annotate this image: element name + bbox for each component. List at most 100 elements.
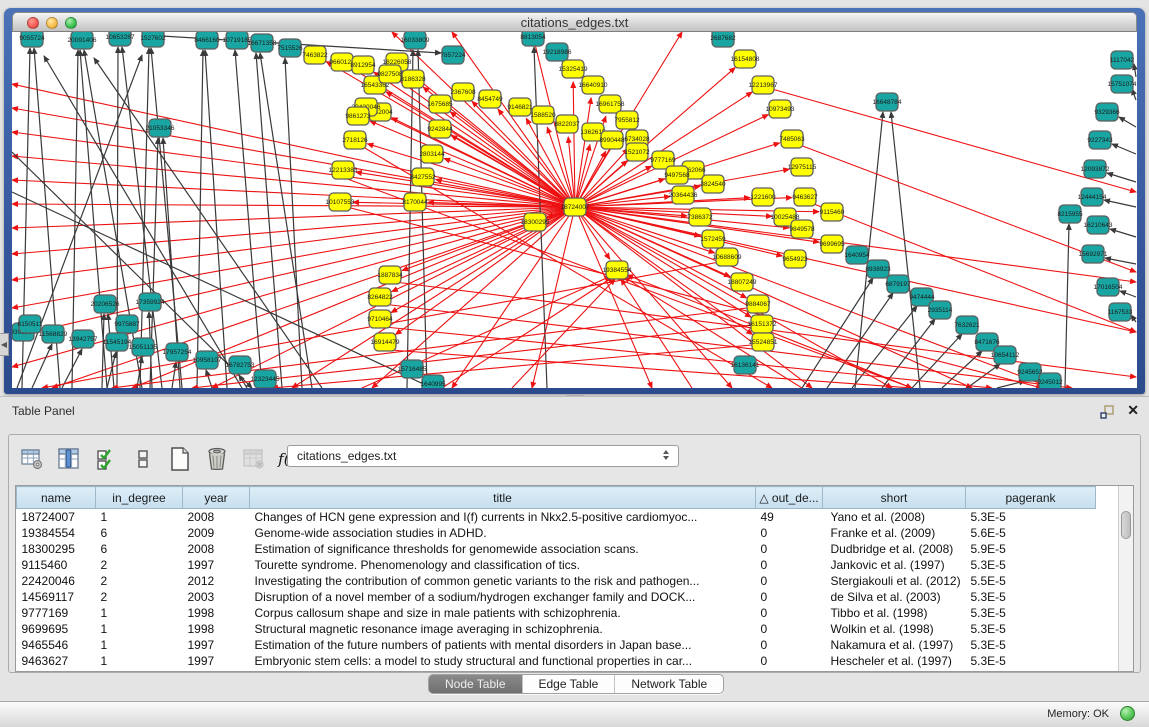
table-row[interactable]: 1938455462009Genome-wide association stu… [17, 525, 1096, 541]
graph-edge[interactable] [390, 350, 912, 388]
network-canvas[interactable]: 9055724 20091406 10653287 1527602 846616… [12, 32, 1137, 388]
row-select-icon[interactable] [93, 446, 119, 472]
graph-node[interactable]: 17957254 [163, 343, 192, 361]
graph-node[interactable]: 7857224 [440, 46, 466, 64]
graph-node[interactable]: 9242844 [427, 120, 453, 138]
graph-node[interactable]: 9699695 [819, 235, 845, 253]
table-row[interactable]: 1456911722003Disruption of a novel membe… [17, 589, 1096, 605]
graph-node[interactable]: 16914479 [371, 333, 400, 351]
table-row[interactable]: 1830029562008Estimation of significance … [17, 541, 1096, 557]
graph-node[interactable]: 2935114 [928, 301, 953, 319]
graph-edge[interactable] [1105, 258, 1136, 264]
graph-edge[interactable] [32, 344, 52, 388]
graph-node[interactable]: 15692971 [1079, 245, 1108, 263]
delete-icon[interactable] [204, 446, 230, 472]
graph-node[interactable]: 19384554 [603, 261, 632, 279]
tab-edge-table[interactable]: Edge Table [523, 675, 616, 693]
graph-node[interactable]: 12093872 [1081, 160, 1110, 178]
table-row[interactable]: 946362711997Embryonic stem cells: a mode… [17, 653, 1096, 669]
graph-node[interactable]: 15716485 [398, 360, 427, 378]
graph-edge[interactable] [1120, 291, 1136, 297]
graph-node[interactable]: 10958107 [193, 351, 222, 369]
graph-node[interactable]: 9884067 [745, 295, 771, 313]
graph-node[interactable]: 9497568 [664, 166, 690, 184]
graph-node[interactable]: 1521072 [624, 143, 650, 161]
graph-node[interactable]: 8466160 [194, 32, 220, 49]
graph-node[interactable]: 18724007 [561, 198, 590, 216]
column-header-short[interactable]: short [823, 487, 966, 509]
table-row[interactable]: 2242004622012Investigating the contribut… [17, 573, 1096, 589]
graph-edge[interactable] [402, 207, 575, 271]
graph-node[interactable]: 9827508 [377, 65, 403, 83]
graph-node[interactable]: 16154808 [731, 50, 760, 68]
graph-node[interactable]: 8170044 [402, 193, 428, 211]
graph-node[interactable]: 2718126 [342, 131, 368, 149]
graph-node[interactable]: 8186328 [400, 70, 426, 88]
table-select-dropdown[interactable]: citations_edges.txt [287, 445, 679, 467]
graph-edge[interactable] [1112, 144, 1136, 154]
graph-node[interactable]: 15325419 [559, 60, 588, 78]
graph-node[interactable]: 10107553 [326, 193, 355, 211]
column-header-pagerank[interactable]: pagerank [966, 487, 1096, 509]
graph-edge[interactable] [407, 50, 413, 388]
node-table[interactable]: namein_degreeyeartitle△ out_de...shortpa… [15, 485, 1134, 672]
column-header-title[interactable]: title [250, 487, 756, 509]
graph-node[interactable]: 17359924 [136, 293, 165, 311]
graph-node[interactable]: 9463627 [792, 188, 818, 206]
graph-node[interactable]: 7955812 [614, 111, 640, 129]
float-panel-icon[interactable] [1100, 405, 1115, 419]
graph-edge[interactable] [1134, 64, 1136, 77]
table-row[interactable]: 977716911998Corpus callosum shape and si… [17, 605, 1096, 621]
graph-node[interactable]: 12213967 [749, 76, 778, 94]
graph-node[interactable]: 7515526 [277, 39, 303, 57]
graph-node[interactable]: 1167533 [1108, 303, 1133, 321]
column-header-year[interactable]: year [183, 487, 250, 509]
graph-edge[interactable] [1107, 173, 1136, 182]
new-table-icon[interactable] [167, 446, 193, 472]
graph-node[interactable]: 16782753 [226, 356, 255, 374]
graph-node[interactable]: 9055724 [19, 32, 45, 47]
graph-node[interactable]: 6879197 [885, 275, 911, 293]
graph-node[interactable]: 2367608 [450, 83, 476, 101]
graph-node[interactable]: 20364436 [669, 186, 698, 204]
scrollbar-thumb[interactable] [1121, 511, 1131, 539]
graph-node[interactable]: 9245012 [1037, 373, 1063, 388]
column-visibility-icon[interactable] [56, 446, 82, 472]
graph-node[interactable]: 1588520 [530, 106, 556, 124]
graph-node[interactable]: 7463822 [302, 46, 328, 64]
network-window-titlebar[interactable]: citations_edges.txt [12, 12, 1137, 32]
graph-edge[interactable] [772, 89, 1136, 192]
close-panel-icon[interactable]: ✕ [1127, 402, 1139, 419]
graph-edge[interactable] [575, 207, 782, 256]
table-settings-icon[interactable] [19, 446, 45, 472]
graph-node[interactable]: 19218986 [543, 43, 572, 61]
graph-edge[interactable] [1119, 117, 1136, 127]
graph-node[interactable]: 9329366 [1094, 103, 1120, 121]
graph-node[interactable]: 1640995 [420, 375, 446, 388]
graph-node[interactable]: 9975887 [114, 315, 140, 333]
graph-node[interactable]: 7386372 [687, 208, 713, 226]
graph-node[interactable]: 16961758 [596, 95, 625, 113]
delete-table-icon[interactable] [241, 446, 267, 472]
graph-node[interactable]: 18807249 [728, 273, 757, 291]
graph-node[interactable]: 15524851 [749, 333, 778, 351]
rows-icon[interactable] [130, 446, 156, 472]
graph-node[interactable]: 8938923 [865, 260, 891, 278]
graph-node[interactable]: 10654112 [991, 346, 1020, 364]
graph-node[interactable]: 1221600 [750, 188, 776, 206]
graph-node[interactable]: 15751074 [1108, 75, 1137, 93]
graph-node[interactable]: 2803144 [419, 145, 445, 163]
table-row[interactable]: 911546021997Tourette syndrome. Phenomeno… [17, 557, 1096, 573]
graph-edge[interactable] [1065, 224, 1069, 388]
graph-node[interactable]: 1572459 [700, 230, 726, 248]
graph-node[interactable]: 16151372 [748, 315, 777, 333]
column-header-indegree[interactable]: in_degree [96, 487, 183, 509]
graph-node[interactable]: 8264822 [367, 288, 393, 306]
graph-node[interactable]: 10688609 [713, 248, 742, 266]
graph-edge[interactable] [1104, 200, 1136, 207]
graph-node[interactable]: 1527602 [140, 32, 166, 47]
graph-node[interactable]: 17016504 [1094, 278, 1123, 296]
tab-network-table[interactable]: Network Table [615, 675, 723, 693]
graph-node[interactable]: 8822037 [554, 115, 580, 133]
column-header-name[interactable]: name [17, 487, 96, 509]
